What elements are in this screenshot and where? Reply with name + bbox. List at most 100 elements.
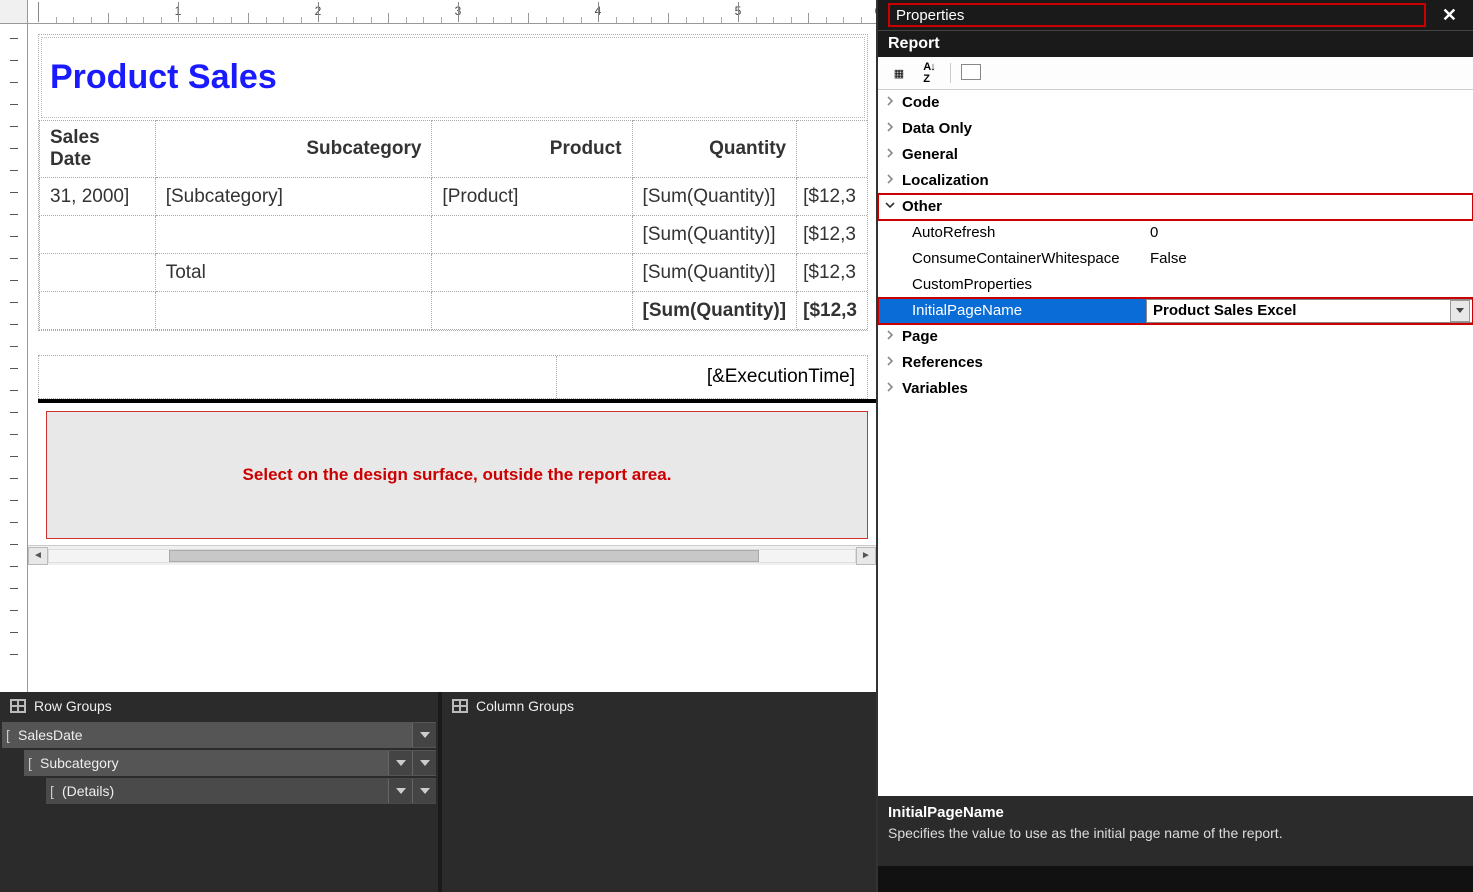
cell-sub-2[interactable]: Total — [155, 254, 432, 292]
group-dropdown-button[interactable] — [388, 751, 412, 775]
expand-icon[interactable] — [878, 148, 902, 161]
cell-grand-a[interactable] — [40, 292, 156, 330]
header-product[interactable]: Product — [432, 121, 632, 178]
chevron-down-icon — [420, 760, 430, 766]
horizontal-scrollbar[interactable]: ◄ ► — [28, 545, 876, 565]
scroll-thumb[interactable] — [169, 550, 759, 562]
cell-qty-2[interactable]: [Sum(Quantity)] — [632, 254, 797, 292]
header-amount[interactable] — [797, 121, 867, 178]
footer-execution-time[interactable]: [&ExecutionTime] — [557, 356, 867, 398]
cell-date-1[interactable] — [40, 216, 156, 254]
tablix[interactable]: Sales Date Subcategory Product Quantity … — [39, 120, 867, 330]
page-footer[interactable]: [&ExecutionTime] — [38, 355, 868, 399]
bracket-icon: [ — [2, 727, 14, 743]
cell-amt-2[interactable]: [$12,3 — [797, 254, 867, 292]
group-dropdown-button[interactable] — [412, 751, 436, 775]
column-groups-header: Column Groups — [442, 692, 876, 720]
row-groups-body[interactable]: [SalesDate[Subcategory[(Details) — [0, 720, 438, 892]
cell-grand-amt[interactable]: [$12,3 — [797, 292, 867, 330]
scroll-right-button[interactable]: ► — [856, 547, 876, 565]
header-subcategory[interactable]: Subcategory — [155, 121, 432, 178]
property-pages-icon — [963, 66, 981, 80]
group-dropdown-button[interactable] — [412, 723, 436, 747]
prop-category-general[interactable]: General — [878, 142, 1473, 168]
horizontal-ruler[interactable]: 123456 — [28, 0, 876, 24]
cell-grand-b[interactable] — [155, 292, 432, 330]
group-dropdown-button[interactable] — [412, 779, 436, 803]
expand-icon[interactable] — [878, 174, 902, 187]
grid-icon — [452, 699, 468, 713]
row-group-item[interactable]: [(Details) — [46, 778, 436, 804]
properties-title: Properties — [896, 7, 964, 24]
prop-category-data-only[interactable]: Data Only — [878, 116, 1473, 142]
row-group-item[interactable]: [Subcategory — [24, 750, 436, 776]
chevron-down-icon — [396, 760, 406, 766]
categorized-button[interactable]: ▦ — [886, 61, 912, 85]
cell-prod-2[interactable] — [432, 254, 632, 292]
prop-category-page[interactable]: Page — [878, 324, 1473, 350]
prop-value-input[interactable]: Product Sales Excel — [1146, 299, 1473, 323]
column-groups-title: Column Groups — [476, 698, 574, 714]
chevron-down-icon — [396, 788, 406, 794]
prop-dropdown-button[interactable] — [1450, 300, 1470, 322]
cell-prod-1[interactable] — [432, 216, 632, 254]
design-surface[interactable]: Product Sales Sales Date Subcategory Pro… — [28, 24, 876, 539]
property-pages-button[interactable] — [959, 61, 985, 85]
cell-date-2[interactable] — [40, 254, 156, 292]
prop-category-variables[interactable]: Variables — [878, 376, 1473, 402]
help-text: Specifies the value to use as the initia… — [888, 825, 1463, 841]
prop-customproperties[interactable]: CustomProperties — [878, 272, 1473, 298]
cell-sub-1[interactable] — [155, 216, 432, 254]
expand-icon[interactable] — [878, 382, 902, 395]
scroll-track[interactable] — [48, 549, 856, 563]
cell-date-0[interactable]: 31, 2000] — [40, 178, 156, 216]
properties-help: InitialPageName Specifies the value to u… — [878, 796, 1473, 866]
header-quantity[interactable]: Quantity — [632, 121, 797, 178]
prop-consumecontainerwhitespace[interactable]: ConsumeContainerWhitespaceFalse — [878, 246, 1473, 272]
expand-icon[interactable] — [878, 96, 902, 109]
bracket-icon: [ — [24, 755, 36, 771]
cell-sub-0[interactable]: [Subcategory] — [155, 178, 432, 216]
bracket-icon: [ — [46, 783, 58, 799]
cell-qty-0[interactable]: [Sum(Quantity)] — [632, 178, 797, 216]
expand-icon[interactable] — [878, 122, 902, 135]
prop-initialpagename[interactable]: InitialPageNameProduct Sales Excel — [878, 298, 1473, 324]
properties-titlebar: Properties ✕ — [878, 0, 1473, 30]
close-icon[interactable]: ✕ — [1436, 5, 1463, 26]
properties-toolbar: ▦ A↓Z — [878, 57, 1473, 90]
expand-icon[interactable] — [878, 200, 902, 213]
group-label: (Details) — [58, 783, 388, 799]
report-body[interactable]: Product Sales Sales Date Subcategory Pro… — [38, 34, 868, 331]
prop-value[interactable]: 0 — [1146, 224, 1473, 241]
prop-category-localization[interactable]: Localization — [878, 168, 1473, 194]
footer-left[interactable] — [39, 356, 557, 398]
group-dropdown-button[interactable] — [388, 779, 412, 803]
row-group-item[interactable]: [SalesDate — [2, 722, 436, 748]
hint-panel: Select on the design surface, outside th… — [46, 411, 868, 539]
prop-category-code[interactable]: Code — [878, 90, 1473, 116]
help-title: InitialPageName — [888, 804, 1463, 821]
categorized-icon: ▦ — [894, 67, 904, 80]
cell-amt-1[interactable]: [$12,3 — [797, 216, 867, 254]
report-title[interactable]: Product Sales — [50, 58, 277, 96]
header-salesdate[interactable]: Sales Date — [40, 121, 156, 178]
properties-grid[interactable]: CodeData OnlyGeneralLocalizationOtherAut… — [878, 90, 1473, 796]
cell-amt-0[interactable]: [$12,3 — [797, 178, 867, 216]
prop-value[interactable]: False — [1146, 250, 1473, 267]
cell-grand-c[interactable] — [432, 292, 632, 330]
expand-icon[interactable] — [878, 330, 902, 343]
cell-prod-0[interactable]: [Product] — [432, 178, 632, 216]
prop-category-references[interactable]: References — [878, 350, 1473, 376]
bottom-bar — [878, 866, 1473, 892]
column-groups-body[interactable] — [442, 720, 876, 892]
prop-category-other[interactable]: Other — [878, 194, 1473, 220]
scroll-left-button[interactable]: ◄ — [28, 547, 48, 565]
vertical-ruler[interactable] — [0, 24, 28, 692]
cell-qty-1[interactable]: [Sum(Quantity)] — [632, 216, 797, 254]
alphabetical-button[interactable]: A↓Z — [916, 61, 942, 85]
properties-object[interactable]: Report — [878, 30, 1473, 57]
prop-autorefresh[interactable]: AutoRefresh0 — [878, 220, 1473, 246]
cell-grand-qty[interactable]: [Sum(Quantity)] — [632, 292, 797, 330]
ruler-corner — [0, 0, 28, 24]
expand-icon[interactable] — [878, 356, 902, 369]
